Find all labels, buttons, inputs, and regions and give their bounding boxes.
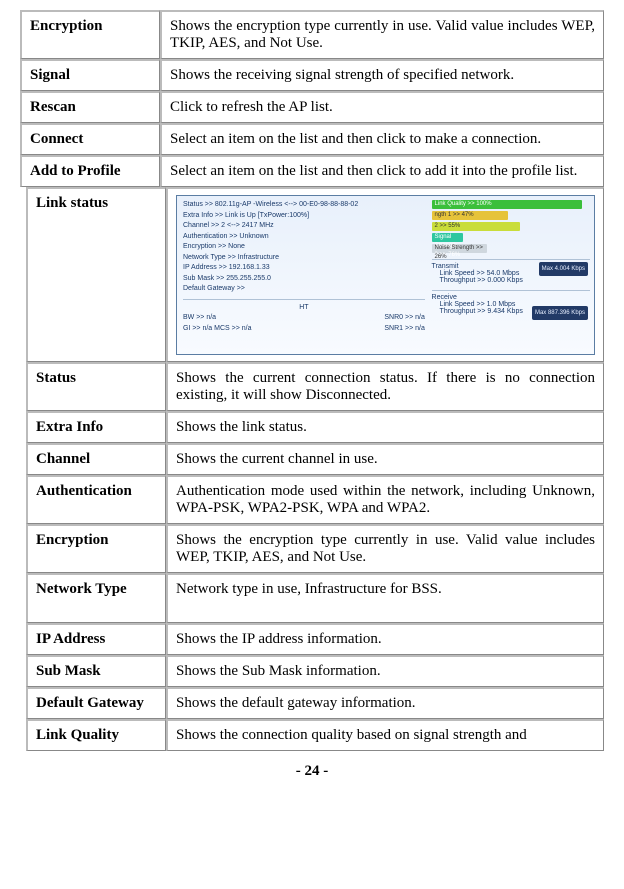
row-desc: Shows the current connection status. If … — [166, 362, 604, 411]
mini-noise-bar: Noise Strength >> 26% — [432, 244, 487, 253]
mini-snr1: SNR1 >> n/a — [384, 324, 424, 335]
row-desc: Shows the current channel in use. — [166, 443, 604, 475]
mini-snr0: SNR0 >> n/a — [384, 313, 424, 324]
row-label: Default Gateway — [26, 687, 166, 719]
mini-receive-label: Receive — [432, 294, 590, 301]
row-desc: Shows the IP address information. — [166, 623, 604, 655]
row-desc: Authentication mode used within the netw… — [166, 475, 604, 524]
mini-ntype: Network Type >> Infrastructure — [183, 253, 425, 264]
mini-ht: HT — [183, 299, 425, 314]
mini-max-box-1: Max 4.004 Kbps — [539, 262, 588, 276]
mini-ip: IP Address >> 192.168.1.33 — [183, 263, 425, 274]
mini-status: Status >> 802.11g-AP -Wireless <--> 00-E… — [183, 200, 425, 211]
mini-gi: GI >> n/a MCS >> n/a — [183, 324, 251, 335]
row-desc: Shows the Sub Mask information. — [166, 655, 604, 687]
mini-signal1-bar: ngth 1 >> 47% — [432, 211, 508, 220]
row-label: Authentication — [26, 475, 166, 524]
row-label: Encryption — [20, 10, 160, 59]
row-label: Add to Profile — [20, 155, 160, 187]
mini-signal3-bar: Signal Strength 3 >> 76% — [432, 233, 464, 242]
row-label: Status — [26, 362, 166, 411]
page-number: - 24 - — [20, 763, 604, 780]
mini-mask: Sub Mask >> 255.255.255.0 — [183, 274, 425, 285]
mini-extra: Extra Info >> Link is Up [TxPower:100%] — [183, 211, 425, 222]
row-desc: Shows the encryption type currently in u… — [160, 10, 604, 59]
embedded-screenshot: Status >> 802.11g-AP -Wireless <--> 00-E… — [176, 195, 595, 355]
row-desc: Select an item on the list and then clic… — [160, 123, 604, 155]
definitions-table-2: Link status Status >> 802.11g-AP -Wirele… — [26, 187, 604, 751]
row-label: Signal — [20, 59, 160, 91]
row-label: IP Address — [26, 623, 166, 655]
row-label: Network Type — [26, 573, 166, 623]
row-label: Rescan — [20, 91, 160, 123]
row-desc: Shows the connection quality based on si… — [166, 719, 604, 751]
link-status-screenshot: Status >> 802.11g-AP -Wireless <--> 00-E… — [166, 187, 604, 362]
row-label: Link Quality — [26, 719, 166, 751]
row-desc: Select an item on the list and then clic… — [160, 155, 604, 187]
row-label: Channel — [26, 443, 166, 475]
mini-link-quality-bar: Link Quality >> 100% — [432, 200, 583, 209]
mini-auth: Authentication >> Unknown — [183, 232, 425, 243]
row-label: Connect — [20, 123, 160, 155]
definitions-table-1: Encryption Shows the encryption type cur… — [20, 10, 604, 187]
mini-tx-thru: Throughput >> 0.000 Kbps — [440, 277, 590, 284]
row-label: Extra Info — [26, 411, 166, 443]
mini-channel: Channel >> 2 <--> 2417 MHz — [183, 221, 425, 232]
row-desc: Network type in use, Infrastructure for … — [166, 573, 604, 623]
row-desc: Shows the receiving signal strength of s… — [160, 59, 604, 91]
mini-enc: Encryption >> None — [183, 242, 425, 253]
mini-signal2-bar: 2 >> 55% — [432, 222, 521, 231]
row-desc: Shows the default gateway information. — [166, 687, 604, 719]
row-desc: Shows the link status. — [166, 411, 604, 443]
link-status-label: Link status — [26, 187, 166, 362]
mini-max-box-2: Max 887.396 Kbps — [532, 306, 588, 320]
row-label: Sub Mask — [26, 655, 166, 687]
row-label: Encryption — [26, 524, 166, 573]
row-desc: Click to refresh the AP list. — [160, 91, 604, 123]
mini-gw: Default Gateway >> — [183, 284, 425, 295]
mini-bw: BW >> n/a — [183, 313, 216, 324]
row-desc: Shows the encryption type currently in u… — [166, 524, 604, 573]
